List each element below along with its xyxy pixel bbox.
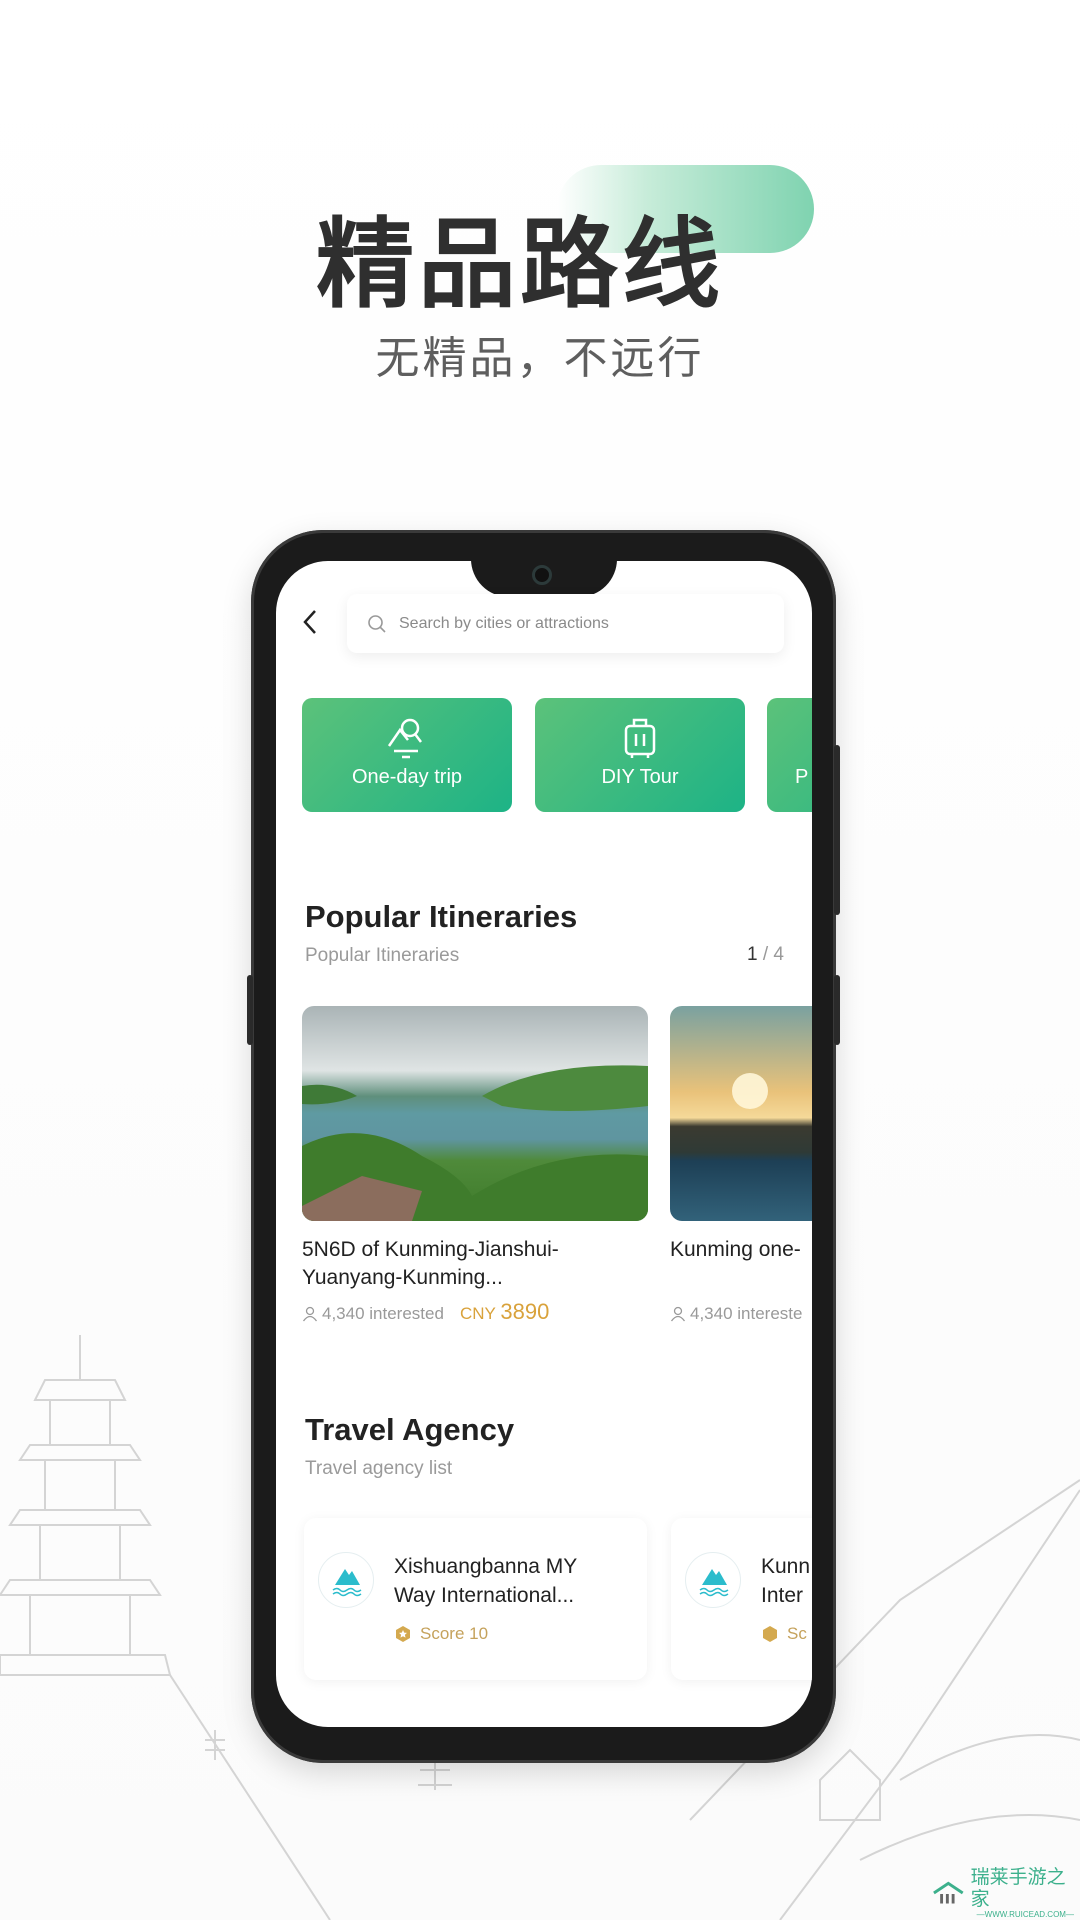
agency-logo (318, 1552, 374, 1608)
mountain-wave-logo-icon (699, 1569, 729, 1597)
itinerary-title-line: Kunming one- (670, 1238, 801, 1261)
hero-title: 精品路线 (315, 208, 724, 322)
agency-card[interactable]: Kunn Inter Sc (671, 1518, 812, 1680)
search-placeholder: Search by cities or attractions (399, 614, 609, 632)
camera-notch (471, 561, 617, 597)
star-badge-icon (396, 1626, 410, 1642)
mountain-search-icon (387, 718, 422, 759)
travel-agency-heading: Travel Agency (305, 1412, 515, 1447)
phone-volume-button (834, 745, 840, 915)
category-diy-tour[interactable]: DIY Tour (535, 698, 745, 812)
itinerary-title[interactable]: Kunming one- (670, 1236, 801, 1264)
phone-power-button (834, 975, 840, 1045)
popular-itineraries-heading: Popular Itineraries (305, 899, 578, 934)
category-partial[interactable]: P (767, 698, 812, 812)
house-logo-icon (933, 1881, 964, 1904)
price-currency: CNY (460, 1304, 496, 1323)
itinerary-title[interactable]: 5N6D of Kunming-Jianshui- Yuanyang-Kunmi… (302, 1236, 559, 1292)
score-text: Sc (787, 1624, 807, 1643)
price-value: 3890 (500, 1299, 550, 1324)
user-icon (670, 1306, 686, 1322)
hero-subtitle: 无精品，不远行 (375, 333, 705, 384)
category-one-day-trip[interactable]: One-day trip (302, 698, 512, 812)
watermark-name: 瑞莱手游之家 (970, 1866, 1066, 1910)
price: CNY 3890 (460, 1299, 549, 1325)
interest-count: 4,340 intereste (670, 1304, 802, 1324)
itinerary-title-line: Yuanyang-Kunming... (302, 1266, 503, 1289)
app-screen: Search by cities or attractions One-day … (276, 561, 812, 1727)
category-label: One-day trip (351, 766, 463, 788)
user-icon (302, 1306, 318, 1322)
interested-text: 4,340 intereste (690, 1304, 803, 1323)
itinerary-image-lake[interactable] (302, 1006, 648, 1221)
pager-separator: / (762, 944, 769, 965)
agency-name-line: Xishuangbanna MY (394, 1555, 578, 1578)
lake-landscape-image (302, 1065, 648, 1221)
agency-name-line: Inter (761, 1584, 804, 1607)
category-label: P (795, 766, 809, 788)
promo-screen: 精品路线 无精品，不远行 Search by cities or attract… (0, 0, 1080, 1920)
agency-score: Sc (761, 1624, 807, 1644)
pager-current: 1 (747, 944, 758, 965)
phone-side-button (247, 975, 253, 1045)
agency-name: Xishuangbanna MY Way International... (394, 1552, 577, 1610)
agency-name-line: Kunn (761, 1555, 811, 1578)
camera-icon (532, 565, 552, 585)
itinerary-title-line: 5N6D of Kunming-Jianshui- (302, 1238, 559, 1261)
agency-score: Score 10 (394, 1624, 488, 1644)
score-text: Score 10 (420, 1624, 489, 1643)
pager-total: 4 (773, 944, 784, 965)
watermark: 瑞莱手游之家 —WWW.RUICEAD.COM— (932, 1866, 1080, 1920)
agency-card[interactable]: Xishuangbanna MY Way International... Sco… (304, 1518, 647, 1680)
chevron-left-icon (303, 610, 316, 634)
mountain-wave-logo-icon (332, 1569, 362, 1597)
interested-text: 4,340 interested (322, 1304, 444, 1323)
popular-itineraries-subtitle: Popular Itineraries (305, 945, 460, 966)
back-button[interactable] (300, 607, 326, 639)
search-input[interactable]: Search by cities or attractions (347, 594, 784, 653)
agency-name-line: Way International... (394, 1584, 575, 1607)
interest-count: 4,340 interested (302, 1304, 444, 1324)
pager-indicator: 1 / 4 (747, 944, 784, 966)
category-label: DIY Tour (601, 766, 679, 788)
suitcase-icon (624, 718, 656, 758)
watermark-url: —WWW.RUICEAD.COM— (976, 1910, 1074, 1919)
travel-agency-subtitle: Travel agency list (305, 1458, 453, 1479)
itinerary-image-sunset[interactable] (670, 1006, 812, 1221)
search-icon (368, 614, 386, 633)
agency-name: Kunn Inter (761, 1552, 810, 1610)
star-badge-icon (763, 1626, 777, 1642)
agency-logo (685, 1552, 741, 1608)
sunset-sea-image (732, 1073, 768, 1109)
